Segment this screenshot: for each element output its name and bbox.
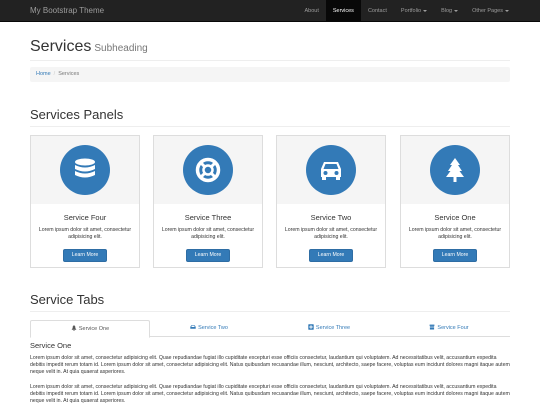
tab-label: Service Two bbox=[198, 325, 228, 331]
tab-service-four[interactable]: Service Four bbox=[395, 320, 503, 337]
panel-text: Lorem ipsum dolor sit amet, consectetur … bbox=[284, 227, 378, 240]
services-panels-heading: Services Panels bbox=[30, 107, 124, 122]
service-tabs: Service One Service Two Service Three Se… bbox=[30, 320, 510, 338]
panel-heading bbox=[401, 136, 509, 204]
caret-down-icon bbox=[454, 9, 459, 12]
page-title-text: Services bbox=[30, 38, 92, 55]
nav-item-portfolio-label: Portfolio bbox=[400, 8, 422, 14]
service-tabs-divider bbox=[30, 311, 510, 312]
learn-more-button[interactable]: Learn More bbox=[63, 249, 107, 262]
tab-service-one[interactable]: Service One bbox=[30, 320, 150, 338]
tab-label: Service Three bbox=[315, 325, 351, 331]
life-ring-icon bbox=[195, 157, 221, 183]
panel-title: Service Four bbox=[63, 213, 107, 222]
tab-label: Service Four bbox=[437, 325, 469, 331]
service-panel-one: Service One Lorem ipsum dolor sit amet, … bbox=[400, 135, 510, 268]
support-icon bbox=[308, 324, 314, 330]
panel-title: Service Two bbox=[310, 213, 352, 222]
panel-heading bbox=[31, 136, 139, 204]
nav-item-about[interactable]: About bbox=[297, 0, 325, 22]
tab-content-title: Service One bbox=[30, 341, 72, 350]
service-panel-three: Service Three Lorem ipsum dolor sit amet… bbox=[153, 135, 263, 268]
breadcrumb-separator: / bbox=[53, 71, 56, 77]
top-navbar: My Bootstrap Theme About Services Contac… bbox=[0, 0, 540, 22]
navbar-brand[interactable]: My Bootstrap Theme bbox=[30, 6, 104, 15]
tree-icon bbox=[71, 325, 77, 331]
panel-heading bbox=[154, 136, 262, 204]
tab-paragraph: Lorem ipsum dolor sit amet, consectetur … bbox=[30, 355, 510, 376]
database-icon bbox=[430, 324, 435, 330]
service-panel-four: Service Four Lorem ipsum dolor sit amet,… bbox=[30, 135, 140, 268]
learn-more-button[interactable]: Learn More bbox=[186, 249, 230, 262]
database-icon bbox=[75, 158, 95, 178]
nav-item-portfolio[interactable]: Portfolio bbox=[394, 0, 434, 22]
learn-more-button[interactable]: Learn More bbox=[433, 249, 477, 262]
service-tabs-heading: Service Tabs bbox=[30, 292, 105, 307]
tab-service-two[interactable]: Service Two bbox=[155, 320, 263, 337]
car-icon bbox=[190, 325, 196, 329]
car-icon bbox=[321, 162, 341, 180]
icon-circle bbox=[430, 145, 480, 195]
tree-icon bbox=[446, 158, 464, 182]
nav-item-other-pages-label: Other Pages bbox=[472, 8, 503, 14]
nav-item-services[interactable]: Services bbox=[325, 0, 361, 22]
panel-text: Lorem ipsum dolor sit amet, consectetur … bbox=[38, 227, 132, 240]
tab-service-three[interactable]: Service Three bbox=[275, 320, 383, 337]
panel-text: Lorem ipsum dolor sit amet, consectetur … bbox=[408, 227, 502, 240]
icon-circle bbox=[183, 145, 233, 195]
panel-text: Lorem ipsum dolor sit amet, consectetur … bbox=[161, 227, 255, 240]
service-panel-two: Service Two Lorem ipsum dolor sit amet, … bbox=[276, 135, 386, 268]
page-subheading: Subheading bbox=[94, 43, 148, 54]
nav-item-blog[interactable]: Blog bbox=[434, 0, 465, 22]
nav-item-contact[interactable]: Contact bbox=[361, 0, 394, 22]
nav-item-other-pages[interactable]: Other Pages bbox=[465, 0, 516, 22]
services-panels-divider bbox=[30, 126, 510, 127]
navbar-menu: About Services Contact Portfolio Blog Ot… bbox=[297, 0, 516, 22]
panel-title: Service One bbox=[434, 213, 476, 222]
nav-item-blog-label: Blog bbox=[441, 8, 453, 14]
icon-circle bbox=[60, 145, 110, 195]
caret-down-icon bbox=[423, 9, 428, 12]
tab-label: Service One bbox=[78, 326, 110, 332]
breadcrumb-current: Services bbox=[58, 71, 80, 77]
header-divider bbox=[30, 60, 510, 61]
page-title: Services Subheading bbox=[30, 38, 148, 56]
caret-down-icon bbox=[505, 9, 509, 12]
tab-paragraph: Lorem ipsum dolor sit amet, consectetur … bbox=[30, 384, 510, 405]
panel-title: Service Three bbox=[184, 213, 232, 222]
icon-circle bbox=[306, 145, 356, 195]
panel-heading bbox=[277, 136, 385, 204]
breadcrumb-home-link[interactable]: Home bbox=[36, 71, 51, 77]
breadcrumb: Home / Services bbox=[30, 67, 510, 82]
learn-more-button[interactable]: Learn More bbox=[309, 249, 353, 262]
